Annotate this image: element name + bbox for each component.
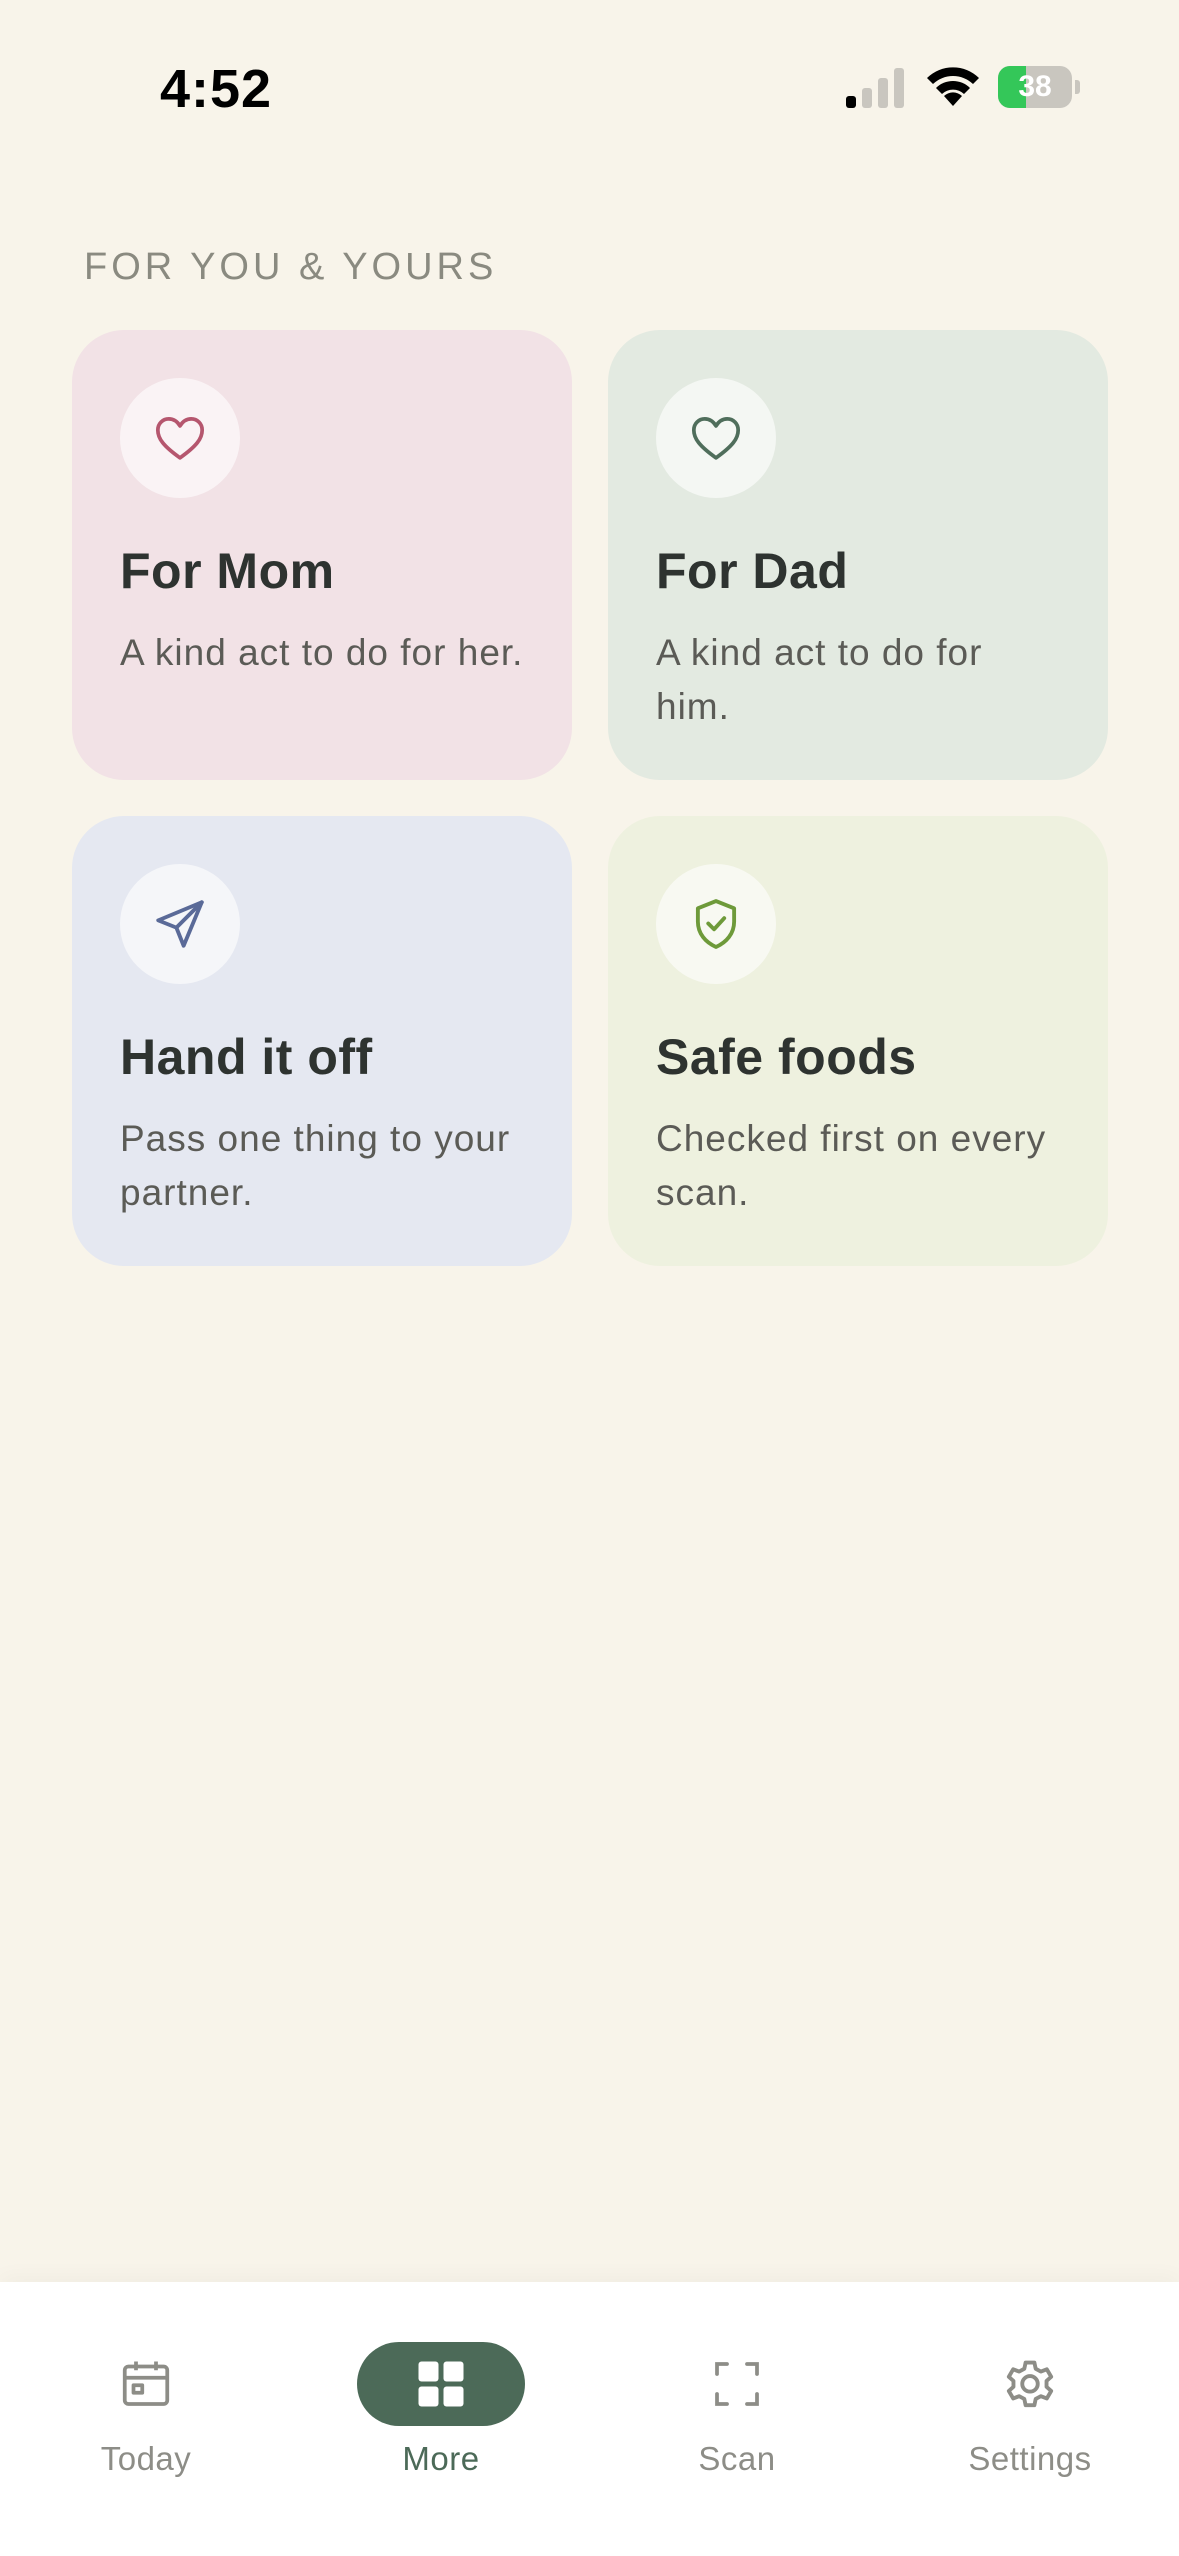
card-safe-foods[interactable]: Safe foods Checked first on every scan. (608, 816, 1108, 1266)
heart-icon (155, 417, 205, 460)
tab-label: Scan (698, 2440, 776, 2477)
heart-icon (691, 417, 741, 460)
paper-plane-icon (156, 900, 204, 948)
card-subtitle: A kind act to do for him. (656, 632, 983, 727)
tab-label: Today (100, 2440, 192, 2477)
card-for-mom[interactable]: For Mom A kind act to do for her. (72, 330, 572, 780)
tab-bar: Today More Scan Settings (0, 2282, 1179, 2556)
scan-frame-icon (715, 2362, 759, 2406)
calendar-icon (122, 2361, 170, 2406)
battery-percent: 38 (1018, 70, 1052, 103)
card-title: Safe foods (656, 1029, 917, 1085)
status-time: 4:52 (160, 59, 273, 119)
card-subtitle: Pass one thing to your partner. (120, 1118, 511, 1213)
status-bar: 4:52 38 (0, 0, 1179, 170)
gear-icon (1006, 2360, 1054, 2408)
battery-indicator: 38 (998, 66, 1080, 110)
card-icon-circle (656, 378, 776, 498)
card-icon-circle (120, 864, 240, 984)
card-hand-it-off[interactable]: Hand it off Pass one thing to your partn… (72, 816, 572, 1266)
tab-today[interactable]: Today (46, 2342, 246, 2512)
card-for-dad[interactable]: For Dad A kind act to do for him. (608, 330, 1108, 780)
card-icon-circle (120, 378, 240, 498)
tab-settings[interactable]: Settings (930, 2342, 1130, 2512)
grid-icon (418, 2361, 464, 2407)
card-title: Hand it off (120, 1029, 373, 1085)
card-title: For Mom (120, 543, 335, 599)
card-subtitle: Checked first on every scan. (656, 1118, 1047, 1213)
tab-label: Settings (968, 2440, 1092, 2477)
tab-scan[interactable]: Scan (637, 2342, 837, 2512)
card-icon-circle (656, 864, 776, 984)
shield-check-icon (695, 899, 737, 949)
card-subtitle: A kind act to do for her. (120, 632, 524, 673)
section-title: FOR YOU & YOURS (84, 246, 498, 288)
tab-more[interactable]: More (341, 2342, 541, 2512)
cellular-signal-icon (846, 68, 904, 108)
wifi-icon (927, 67, 979, 106)
tab-label: More (402, 2440, 480, 2477)
tab-selected-pill (357, 2342, 525, 2426)
card-title: For Dad (656, 543, 849, 599)
